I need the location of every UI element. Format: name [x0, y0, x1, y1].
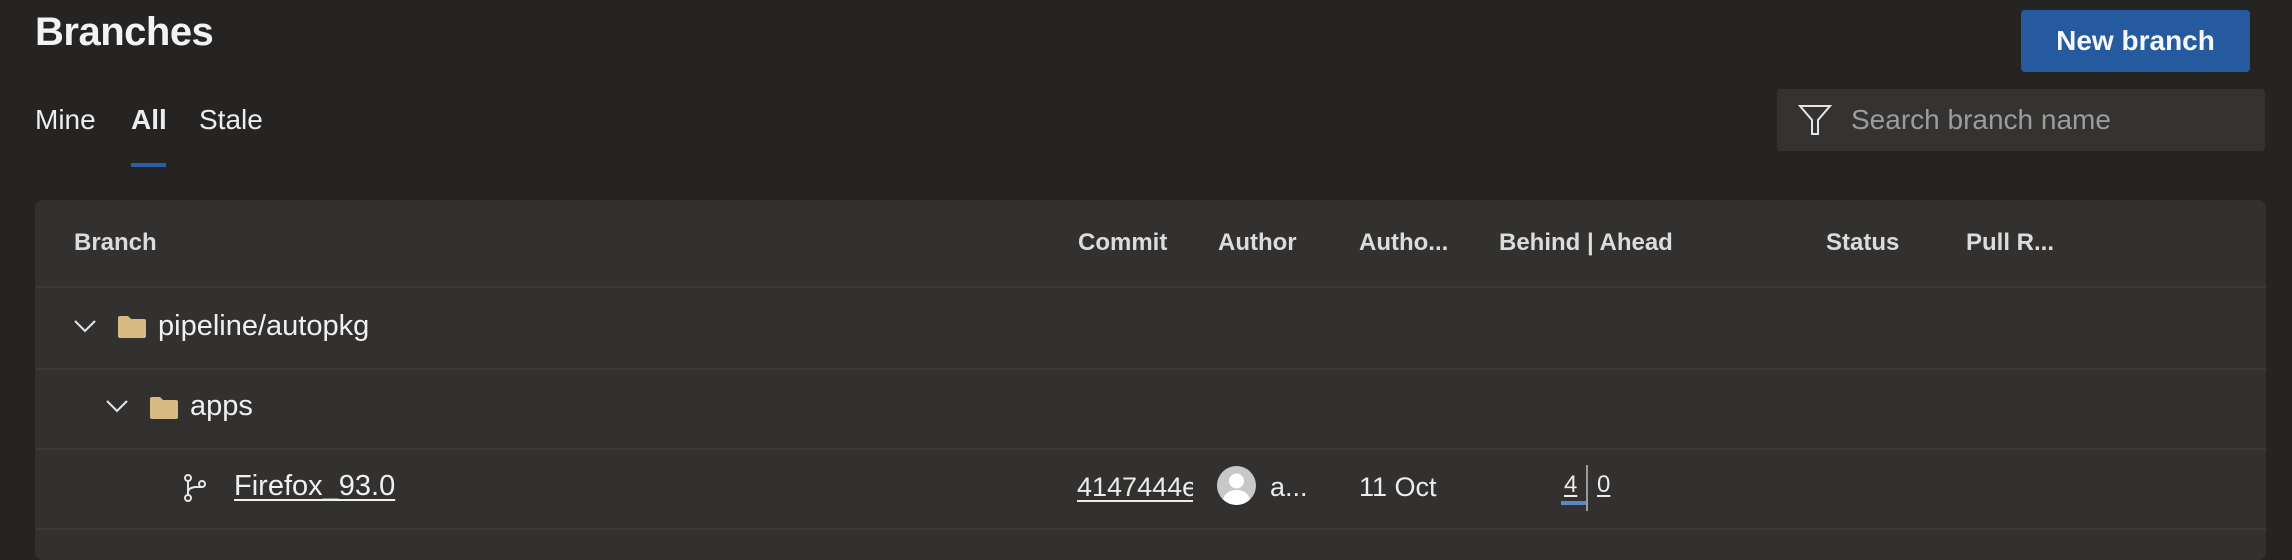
active-tab-indicator — [131, 163, 166, 167]
new-branch-button[interactable]: New branch — [2021, 10, 2250, 72]
column-header-status[interactable]: Status — [1826, 229, 1899, 257]
tab-all[interactable]: All — [131, 104, 167, 136]
column-header-branch[interactable]: Branch — [74, 229, 157, 257]
user-icon — [1222, 473, 1251, 505]
tab-stale[interactable]: Stale — [199, 104, 263, 136]
column-header-commit[interactable]: Commit — [1078, 229, 1167, 257]
folder-name[interactable]: pipeline/autopkg — [158, 310, 369, 343]
row-divider — [35, 528, 2266, 530]
behind-count[interactable]: 4 — [1564, 471, 1577, 499]
column-header-author[interactable]: Author — [1218, 229, 1297, 257]
tab-mine[interactable]: Mine — [35, 104, 96, 136]
search-box[interactable] — [1777, 89, 2265, 151]
column-header-behind-ahead[interactable]: Behind | Ahead — [1499, 229, 1673, 257]
search-input[interactable] — [1849, 103, 2233, 137]
author-name: a... — [1270, 472, 1308, 502]
avatar — [1217, 466, 1256, 505]
behind-ahead-divider — [1586, 465, 1588, 511]
filter-icon — [1798, 105, 1832, 135]
column-header-authored-date[interactable]: Autho... — [1359, 229, 1448, 257]
branch-link[interactable]: Firefox_93.0 — [234, 470, 395, 503]
page-title: Branches — [35, 10, 214, 54]
behind-bar — [1561, 501, 1586, 505]
ahead-count[interactable]: 0 — [1597, 471, 1610, 499]
branch-icon — [184, 474, 206, 502]
column-header-pull-request[interactable]: Pull R... — [1966, 229, 2054, 257]
folder-name[interactable]: apps — [190, 390, 253, 423]
table-row[interactable] — [35, 288, 2266, 368]
authored-date: 11 Oct — [1359, 472, 1437, 502]
commit-link[interactable]: 4147444e — [1077, 472, 1193, 503]
chevron-down-icon[interactable] — [73, 318, 97, 334]
folder-icon — [118, 316, 146, 338]
folder-icon — [150, 397, 178, 419]
table-row[interactable] — [35, 370, 2266, 448]
chevron-down-icon[interactable] — [105, 398, 129, 414]
